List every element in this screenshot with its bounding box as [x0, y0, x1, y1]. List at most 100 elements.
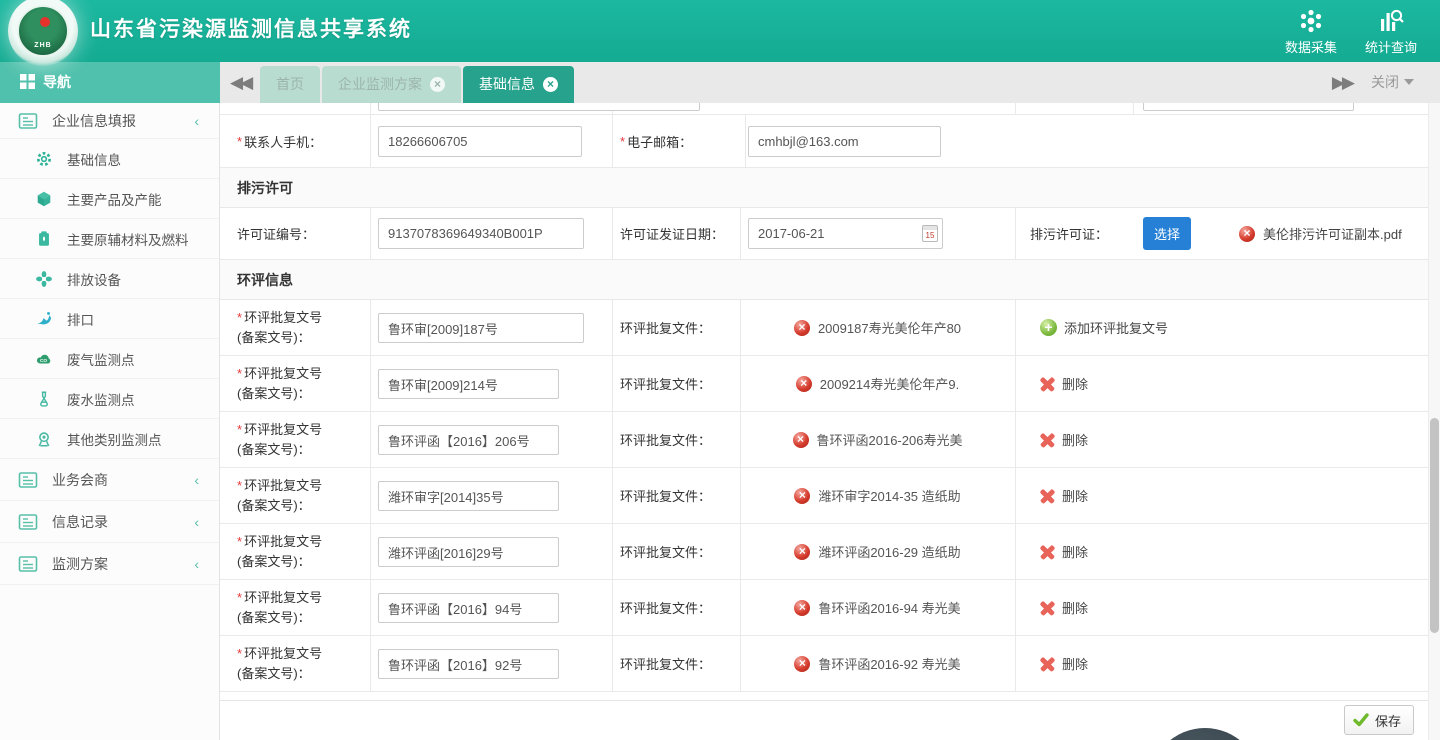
delete-row-button[interactable]: 删除	[1062, 430, 1088, 449]
fan-icon	[35, 270, 53, 288]
chevron-left-icon: ‹	[194, 113, 199, 129]
tab-enterprise-monitor-plan[interactable]: 企业监测方案	[322, 66, 461, 103]
stats-search-icon	[1377, 8, 1405, 34]
delete-x-icon[interactable]	[1040, 600, 1055, 615]
sidebar-item-outlets[interactable]: 排口	[0, 299, 219, 339]
cube-icon	[35, 190, 53, 208]
email-input[interactable]	[748, 126, 941, 157]
folder-notebook-icon	[18, 555, 38, 573]
permit-row: 许可证编号： 许可证发证日期： 15 排污许可证： 选择 美伦排污许可证副本.p…	[220, 208, 1428, 260]
sidebar-item-monitor-plan[interactable]: 监测方案 ‹	[0, 543, 219, 585]
tab-home[interactable]: 首页	[260, 66, 320, 103]
delete-x-icon[interactable]	[1040, 488, 1055, 503]
save-button[interactable]: 保存	[1344, 705, 1414, 735]
permit-section-title: 排污许可	[237, 178, 293, 198]
remove-file-icon[interactable]	[794, 656, 810, 672]
tabs: 首页 企业监测方案 基础信息	[260, 66, 574, 103]
sidebar-item-info-records[interactable]: 信息记录 ‹	[0, 501, 219, 543]
eia-file-name[interactable]: 2009187寿光美伦年产80	[818, 318, 961, 337]
delete-x-icon[interactable]	[1040, 656, 1055, 671]
delete-x-icon[interactable]	[1040, 376, 1055, 391]
license-no-input[interactable]	[378, 218, 584, 249]
close-tabs-menu[interactable]: 关闭	[1371, 62, 1414, 103]
folder-notebook-icon	[18, 112, 38, 130]
eia-file-name[interactable]: 潍环审字2014-35 造纸助	[818, 486, 960, 505]
eia-row: *环评批复文号 (备案文号)： 环评批复文件： 2009187寿光美伦年产80 …	[220, 300, 1428, 356]
sidebar-item-other-monitor-points[interactable]: 其他类别监测点	[0, 419, 219, 459]
app-logo: ZHB	[8, 0, 78, 66]
data-collection-button[interactable]: 数据采集	[1278, 6, 1344, 56]
eia-doc-no-input[interactable]	[378, 593, 559, 623]
eia-file-name[interactable]: 鲁环评函2016-206寿光美	[817, 430, 963, 449]
check-icon	[1353, 713, 1369, 727]
remove-file-icon[interactable]	[793, 432, 809, 448]
eia-delete-action: 删除	[1015, 580, 1428, 635]
folder-notebook-icon	[18, 471, 38, 489]
calendar-icon[interactable]: 15	[922, 225, 938, 242]
sidebar-item-raw-materials-fuel[interactable]: 主要原辅材料及燃料	[0, 219, 219, 259]
sidebar-item-waste-gas-points[interactable]: CO 废气监测点	[0, 339, 219, 379]
delete-row-button[interactable]: 删除	[1062, 542, 1088, 561]
remove-file-icon[interactable]	[796, 376, 812, 392]
eia-file: 潍环评函2016-29 造纸助	[740, 524, 1015, 579]
tab-close-icon[interactable]	[543, 77, 558, 92]
eia-row: *环评批复文号 (备案文号)： 环评批复文件： 潍环审字2014-35 造纸助 …	[220, 468, 1428, 524]
tab-basic-info[interactable]: 基础信息	[463, 66, 574, 103]
eia-file-name[interactable]: 2009214寿光美伦年产9.	[820, 374, 959, 393]
eia-doc-label: *环评批复文号 (备案文号)：	[237, 364, 322, 404]
clipped-input[interactable]	[378, 103, 700, 111]
tab-scroll-right-icon[interactable]: ▶▶	[1332, 62, 1352, 103]
eia-file-name[interactable]: 鲁环评函2016-92 寿光美	[818, 654, 960, 673]
stats-query-button[interactable]: 统计查询	[1358, 6, 1424, 56]
sidebar-item-label: 企业信息填报	[52, 111, 136, 131]
eia-file-name[interactable]: 潍环评函2016-29 造纸助	[818, 542, 960, 561]
eia-doc-no-input[interactable]	[378, 481, 559, 511]
add-icon[interactable]	[1040, 319, 1057, 336]
eia-file-label: 环评批复文件：	[620, 636, 711, 691]
delete-row-button[interactable]: 删除	[1062, 374, 1088, 393]
remove-file-icon[interactable]	[794, 320, 810, 336]
delete-row-button[interactable]: 删除	[1062, 486, 1088, 505]
logo-emblem-icon: ZHB	[17, 5, 69, 57]
delete-x-icon[interactable]	[1040, 544, 1055, 559]
sidebar-item-emission-equipment[interactable]: 排放设备	[0, 259, 219, 299]
remove-file-icon[interactable]	[794, 544, 810, 560]
eia-file-label: 环评批复文件：	[620, 524, 711, 579]
app-header: ZHB 山东省污染源监测信息共享系统 数据采集	[0, 0, 1440, 62]
choose-file-button[interactable]: 选择	[1143, 217, 1191, 250]
eia-doc-no-input[interactable]	[378, 313, 584, 343]
eia-doc-no-input[interactable]	[378, 425, 559, 455]
eia-delete-action: 删除	[1015, 412, 1428, 467]
eia-doc-no-input[interactable]	[378, 369, 559, 399]
sidebar-item-basic-info[interactable]: 基础信息	[0, 139, 219, 179]
sidebar-item-products-capacity[interactable]: 主要产品及产能	[0, 179, 219, 219]
tab-close-icon[interactable]	[430, 77, 445, 92]
remove-file-icon[interactable]	[794, 488, 810, 504]
delete-x-icon[interactable]	[1040, 432, 1055, 447]
eia-file-name[interactable]: 鲁环评函2016-94 寿光美	[818, 598, 960, 617]
stats-query-label: 统计查询	[1365, 40, 1417, 55]
tab-bar: 导航 ◀◀ 首页 企业监测方案 基础信息 ▶▶ 关闭	[0, 62, 1440, 103]
sidebar-item-business-consult[interactable]: 业务会商 ‹	[0, 459, 219, 501]
scrollbar-thumb[interactable]	[1430, 418, 1439, 633]
issue-date-input[interactable]	[748, 218, 943, 249]
email-label: * 电子邮箱：	[620, 115, 692, 167]
eia-doc-no-input[interactable]	[378, 649, 559, 679]
delete-row-button[interactable]: 删除	[1062, 598, 1088, 617]
phone-input[interactable]	[378, 126, 582, 157]
chevron-left-icon: ‹	[194, 472, 199, 488]
remove-file-icon[interactable]	[794, 600, 810, 616]
sidebar-item-waste-water-points[interactable]: 废水监测点	[0, 379, 219, 419]
header-actions: 数据采集 统计查询	[1278, 6, 1424, 56]
eia-section-title: 环评信息	[237, 270, 293, 290]
logo-text: ZHB	[19, 42, 67, 49]
eia-doc-no-input[interactable]	[378, 537, 559, 567]
tab-scroll-left-icon[interactable]: ◀◀	[230, 62, 250, 103]
remove-file-icon[interactable]	[1239, 226, 1255, 242]
delete-row-button[interactable]: 删除	[1062, 654, 1088, 673]
add-eia-doc-button[interactable]: 添加环评批复文号	[1064, 318, 1168, 337]
permit-file-name[interactable]: 美伦排污许可证副本.pdf	[1263, 224, 1402, 243]
chevron-left-icon: ‹	[194, 514, 199, 530]
clipped-input[interactable]	[1143, 103, 1354, 111]
sidebar-item-enterprise-info[interactable]: 企业信息填报 ‹	[0, 103, 219, 139]
